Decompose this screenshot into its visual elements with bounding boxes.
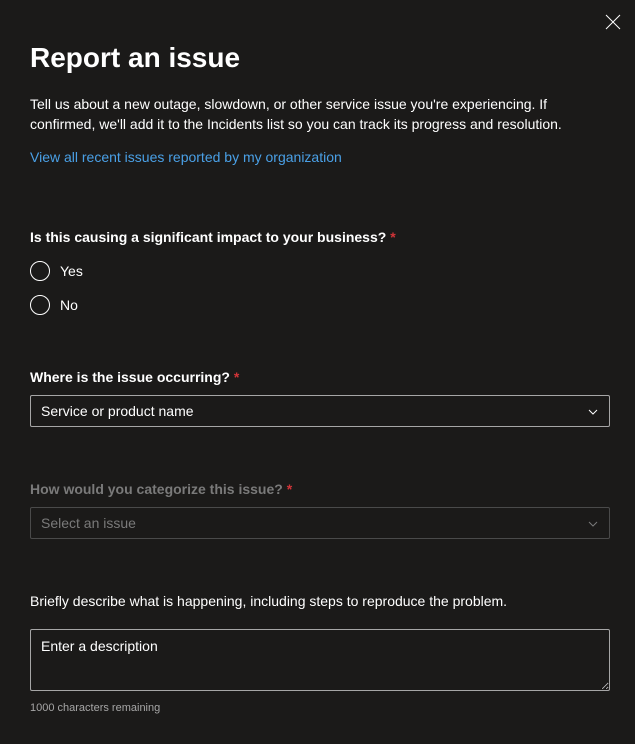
location-dropdown[interactable]: Service or product name bbox=[30, 395, 610, 427]
radio-icon bbox=[30, 261, 50, 281]
impact-radio-no[interactable]: No bbox=[30, 295, 605, 315]
required-indicator: * bbox=[390, 229, 395, 245]
category-dropdown: Select an issue bbox=[30, 507, 610, 539]
description-textarea[interactable] bbox=[30, 629, 610, 691]
view-recent-issues-link[interactable]: View all recent issues reported by my or… bbox=[30, 149, 342, 165]
impact-label: Is this causing a significant impact to … bbox=[30, 229, 605, 245]
dropdown-placeholder: Select an issue bbox=[41, 515, 577, 531]
category-question-group: How would you categorize this issue? * S… bbox=[30, 481, 605, 539]
impact-radio-group: Yes No bbox=[30, 261, 605, 315]
category-label: How would you categorize this issue? * bbox=[30, 481, 605, 497]
char-count-text: 1000 characters remaining bbox=[30, 702, 605, 714]
chevron-down-icon bbox=[587, 405, 599, 417]
location-label: Where is the issue occurring? * bbox=[30, 369, 605, 385]
radio-label-yes: Yes bbox=[60, 263, 83, 279]
report-issue-panel: Report an issue Tell us about a new outa… bbox=[0, 0, 635, 744]
required-indicator: * bbox=[234, 369, 239, 385]
location-question-group: Where is the issue occurring? * Service … bbox=[30, 369, 605, 427]
required-indicator: * bbox=[287, 481, 292, 497]
panel-title: Report an issue bbox=[30, 42, 605, 74]
description-question-group: Briefly describe what is happening, incl… bbox=[30, 593, 605, 714]
panel-description: Tell us about a new outage, slowdown, or… bbox=[30, 94, 590, 135]
dropdown-placeholder: Service or product name bbox=[41, 403, 577, 419]
description-label: Briefly describe what is happening, incl… bbox=[30, 593, 605, 609]
close-button[interactable] bbox=[605, 14, 621, 30]
chevron-down-icon bbox=[587, 517, 599, 529]
impact-radio-yes[interactable]: Yes bbox=[30, 261, 605, 281]
radio-label-no: No bbox=[60, 297, 78, 313]
radio-icon bbox=[30, 295, 50, 315]
impact-question-group: Is this causing a significant impact to … bbox=[30, 229, 605, 315]
close-icon bbox=[605, 17, 621, 34]
